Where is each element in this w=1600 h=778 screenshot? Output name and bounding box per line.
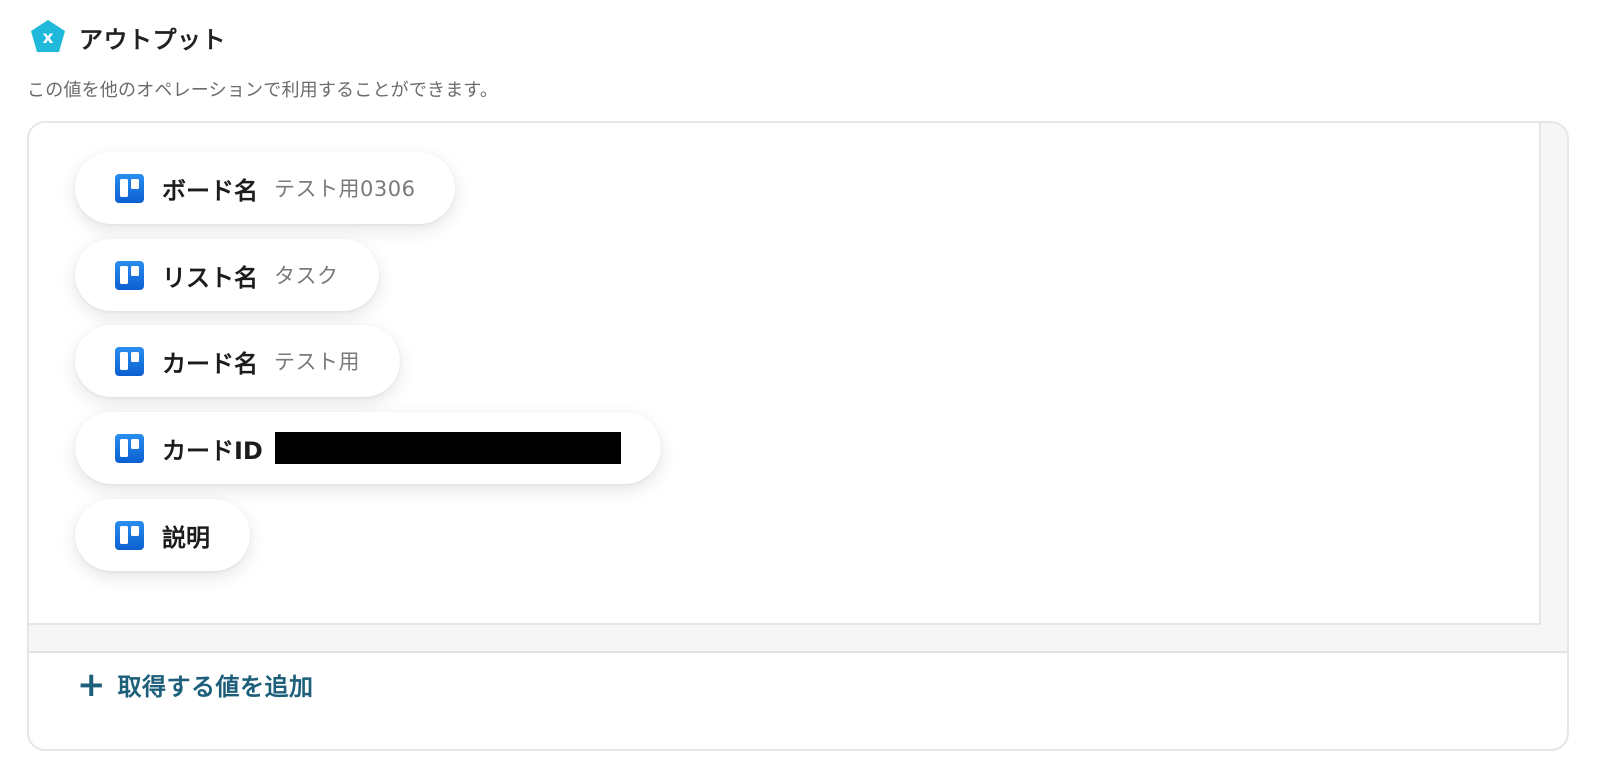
chip-label: 説明 xyxy=(162,523,210,552)
chip-value: テスト用0306 xyxy=(274,177,416,201)
scroll-gutter-right xyxy=(1541,123,1567,653)
output-chip-board-name[interactable]: ボード名 テスト用0306 xyxy=(75,152,456,224)
trello-icon xyxy=(115,433,144,463)
x-variable-icon: x xyxy=(31,20,65,52)
output-chip-list-name[interactable]: リスト名 タスク xyxy=(75,239,379,311)
trello-icon xyxy=(115,346,144,376)
trello-icon xyxy=(115,520,144,550)
output-chip-description[interactable]: 説明 xyxy=(75,499,250,571)
chip-label: カード名 xyxy=(162,349,258,378)
chip-value: タスク xyxy=(274,264,339,288)
redacted-value xyxy=(274,432,621,464)
trello-icon xyxy=(115,260,144,290)
subtitle: この値を他のオペレーションで利用することができます。 xyxy=(27,80,499,101)
page-title: アウトプット xyxy=(79,25,226,54)
output-header: x アウトプット xyxy=(29,18,226,56)
trello-icon xyxy=(115,173,144,203)
output-panel: ボード名 テスト用0306 リスト名 タスク カード名 テスト用 カードID 説… xyxy=(27,121,1569,751)
chip-label: ボード名 xyxy=(162,176,258,205)
output-list: ボード名 テスト用0306 リスト名 タスク カード名 テスト用 カードID 説… xyxy=(29,123,1541,625)
scroll-gutter-bottom xyxy=(29,625,1567,653)
chip-label: カードID xyxy=(162,436,263,465)
add-value-label: 取得する値を追加 xyxy=(117,673,314,701)
chip-value: テスト用 xyxy=(274,350,360,374)
add-value-button[interactable]: + 取得する値を追加 xyxy=(77,667,314,702)
plus-icon: + xyxy=(77,664,106,705)
chip-label: リスト名 xyxy=(162,263,258,292)
x-icon-letter: x xyxy=(43,28,54,48)
output-chip-card-name[interactable]: カード名 テスト用 xyxy=(75,325,400,397)
output-chip-card-id[interactable]: カードID xyxy=(75,412,661,484)
